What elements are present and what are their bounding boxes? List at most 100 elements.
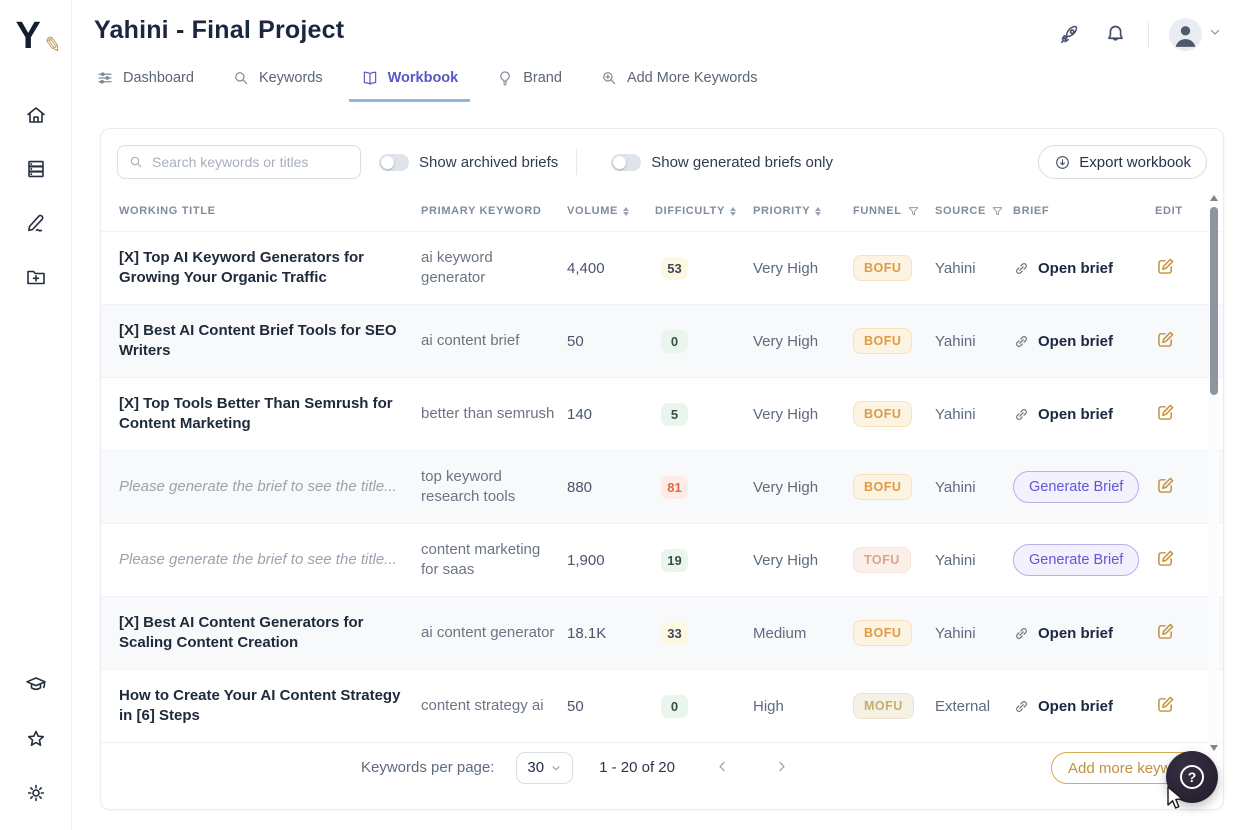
open-brief-link[interactable]: Open brief (1013, 260, 1145, 277)
row-source: Yahini (935, 260, 1013, 277)
col-priority[interactable]: Priority (753, 205, 853, 217)
generate-brief-button[interactable]: Generate Brief (1013, 544, 1139, 576)
chevron-right-icon (774, 759, 789, 774)
edit-pencil-icon (1155, 329, 1176, 350)
col-difficulty[interactable]: Difficulty (655, 205, 753, 217)
link-icon (1013, 698, 1030, 715)
open-brief-link[interactable]: Open brief (1013, 406, 1145, 423)
table-row[interactable]: [X] Best AI Content Brief Tools for SEO … (101, 304, 1223, 377)
row-source: Yahini (935, 406, 1013, 423)
prev-page-button[interactable] (711, 755, 734, 781)
edit-icon[interactable] (1155, 694, 1176, 718)
filter-funnel-icon (907, 205, 920, 218)
table-scrollbar[interactable] (1209, 193, 1219, 753)
academy-graduation-icon[interactable] (23, 672, 49, 698)
filter-funnel-icon (991, 205, 1004, 218)
home-icon[interactable] (23, 102, 49, 128)
table-row[interactable]: Please generate the brief to see the tit… (101, 523, 1223, 596)
edit-icon[interactable] (1155, 256, 1176, 280)
app-logo[interactable]: Y ✎ (16, 14, 56, 60)
table-row[interactable]: [X] Best AI Content Generators for Scali… (101, 596, 1223, 669)
edit-pencil-icon (1155, 694, 1176, 715)
row-volume: 18.1K (567, 625, 655, 642)
edit-icon[interactable] (1155, 329, 1176, 353)
tab-brand[interactable]: Brand (484, 69, 574, 102)
toggle-archived[interactable]: Show archived briefs (379, 154, 558, 171)
difficulty-badge: 0 (661, 695, 688, 718)
table-row[interactable]: How to Create Your AI Content Strategy i… (101, 669, 1223, 742)
search-input[interactable] (152, 154, 350, 170)
edit-icon[interactable] (1155, 548, 1176, 572)
tab-dashboard[interactable]: Dashboard (84, 69, 206, 102)
edit-icon[interactable] (1155, 402, 1176, 426)
difficulty-badge: 0 (661, 330, 688, 353)
open-brief-link[interactable]: Open brief (1013, 333, 1145, 350)
open-brief-label: Open brief (1038, 333, 1113, 350)
open-brief-link[interactable]: Open brief (1013, 698, 1145, 715)
row-source: Yahini (935, 479, 1013, 496)
row-priority: Very High (753, 479, 853, 496)
table-header: Working Title Primary Keyword Volume Dif… (101, 191, 1223, 231)
difficulty-badge: 33 (661, 622, 688, 645)
tab-add-more-keywords[interactable]: Add More Keywords (588, 69, 770, 102)
open-brief-link[interactable]: Open brief (1013, 625, 1145, 642)
controls-divider (576, 149, 577, 175)
table-row[interactable]: [X] Top AI Keyword Generators for Growin… (101, 231, 1223, 304)
search-icon (128, 154, 144, 170)
tab-keywords[interactable]: Keywords (220, 69, 335, 102)
sort-icon[interactable] (815, 207, 821, 216)
table-row[interactable]: Please generate the brief to see the tit… (101, 450, 1223, 523)
tab-workbook[interactable]: Workbook (349, 69, 471, 102)
scroll-thumb[interactable] (1210, 207, 1218, 395)
funnel-badge: BOFU (853, 255, 912, 281)
folder-plus-icon[interactable] (23, 264, 49, 290)
table-row[interactable]: [X] Top Tools Better Than Semrush for Co… (101, 377, 1223, 450)
toggle-switch[interactable] (379, 154, 409, 171)
col-volume[interactable]: Volume (567, 205, 655, 217)
header-actions (1056, 18, 1222, 51)
toggle-generated-only[interactable]: Show generated briefs only (611, 154, 833, 171)
toggle-switch[interactable] (611, 154, 641, 171)
row-title: [X] Top AI Keyword Generators for Growin… (119, 248, 411, 289)
settings-gear-icon[interactable] (23, 780, 49, 806)
projects-list-icon[interactable] (23, 156, 49, 182)
page-title: Yahini - Final Project (94, 16, 344, 45)
write-pen-icon[interactable] (23, 210, 49, 236)
col-funnel[interactable]: Funnel (853, 205, 935, 218)
row-volume: 50 (567, 698, 655, 715)
search-icon (232, 69, 250, 87)
funnel-badge: BOFU (853, 328, 912, 354)
help-button[interactable]: ? (1166, 751, 1218, 803)
rocket-icon[interactable] (1056, 22, 1082, 48)
funnel-badge: BOFU (853, 620, 912, 646)
edit-icon[interactable] (1155, 475, 1176, 499)
row-title: [X] Best AI Content Generators for Scali… (119, 613, 411, 654)
scroll-down-arrow[interactable] (1210, 745, 1218, 751)
sort-icon[interactable] (623, 207, 629, 216)
open-brief-label: Open brief (1038, 260, 1113, 277)
sort-icon[interactable] (730, 207, 736, 216)
row-source: External (935, 698, 1013, 715)
col-source[interactable]: Source (935, 205, 1013, 218)
edit-pencil-icon (1155, 621, 1176, 642)
pagination-range: 1 - 20 of 20 (599, 759, 675, 776)
scroll-up-arrow[interactable] (1210, 195, 1218, 201)
favorites-star-icon[interactable] (23, 726, 49, 752)
row-title: [X] Best AI Content Brief Tools for SEO … (119, 321, 411, 362)
difficulty-badge: 81 (661, 476, 688, 499)
row-volume: 1,900 (567, 552, 655, 569)
notifications-bell-icon[interactable] (1102, 22, 1128, 48)
user-menu[interactable] (1169, 18, 1222, 51)
open-brief-label: Open brief (1038, 406, 1113, 423)
generate-brief-button[interactable]: Generate Brief (1013, 471, 1139, 503)
export-workbook-button[interactable]: Export workbook (1038, 145, 1207, 179)
per-page-select[interactable]: 30 (516, 752, 573, 784)
next-page-button[interactable] (770, 755, 793, 781)
open-brief-label: Open brief (1038, 698, 1113, 715)
col-edit: Edit (1155, 205, 1199, 217)
search-box[interactable] (117, 145, 361, 179)
header-divider (1148, 21, 1149, 49)
row-volume: 50 (567, 333, 655, 350)
row-source: Yahini (935, 625, 1013, 642)
edit-icon[interactable] (1155, 621, 1176, 645)
